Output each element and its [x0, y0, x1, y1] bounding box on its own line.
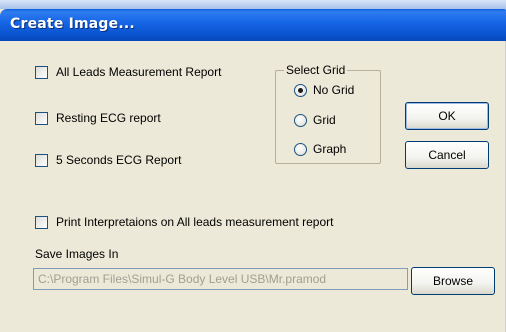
select-grid-legend: Select Grid: [284, 63, 348, 77]
resting-ecg-report-label: Resting ECG report: [56, 111, 161, 125]
grid-radio[interactable]: [294, 113, 307, 127]
save-images-label: Save Images In: [35, 247, 119, 261]
print-interpretations-option[interactable]: Print Interpretaions on All leads measur…: [35, 215, 333, 229]
resting-ecg-report-checkbox[interactable]: [35, 111, 48, 125]
cancel-button[interactable]: Cancel: [405, 141, 489, 169]
resting-ecg-report-option[interactable]: Resting ECG report: [35, 111, 161, 125]
graph-radio[interactable]: [294, 142, 307, 156]
ok-button[interactable]: OK: [405, 102, 489, 130]
grid-label: Grid: [313, 113, 336, 127]
all-leads-report-option[interactable]: All Leads Measurement Report: [35, 65, 221, 79]
background-strip: [0, 0, 506, 9]
all-leads-report-label: All Leads Measurement Report: [56, 65, 222, 79]
graph-option[interactable]: Graph: [294, 142, 346, 156]
grid-option[interactable]: Grid: [294, 113, 336, 127]
five-seconds-report-checkbox[interactable]: [35, 153, 48, 167]
save-path-field[interactable]: C:\Program Files\Simul-G Body Level USB\…: [33, 268, 408, 290]
window-title: Create Image...: [10, 16, 135, 32]
no-grid-radio[interactable]: [294, 83, 307, 97]
print-interpretations-label: Print Interpretaions on All leads measur…: [56, 215, 334, 229]
print-interpretations-checkbox[interactable]: [35, 215, 48, 229]
title-bar[interactable]: Create Image...: [0, 9, 506, 41]
browse-button[interactable]: Browse: [411, 267, 495, 295]
no-grid-label: No Grid: [313, 83, 355, 97]
create-image-dialog: Create Image... All Leads Measurement Re…: [0, 0, 506, 332]
no-grid-option[interactable]: No Grid: [294, 83, 354, 97]
all-leads-report-checkbox[interactable]: [35, 65, 48, 79]
five-seconds-report-label: 5 Seconds ECG Report: [56, 153, 182, 167]
five-seconds-report-option[interactable]: 5 Seconds ECG Report: [35, 153, 181, 167]
graph-label: Graph: [313, 142, 347, 156]
